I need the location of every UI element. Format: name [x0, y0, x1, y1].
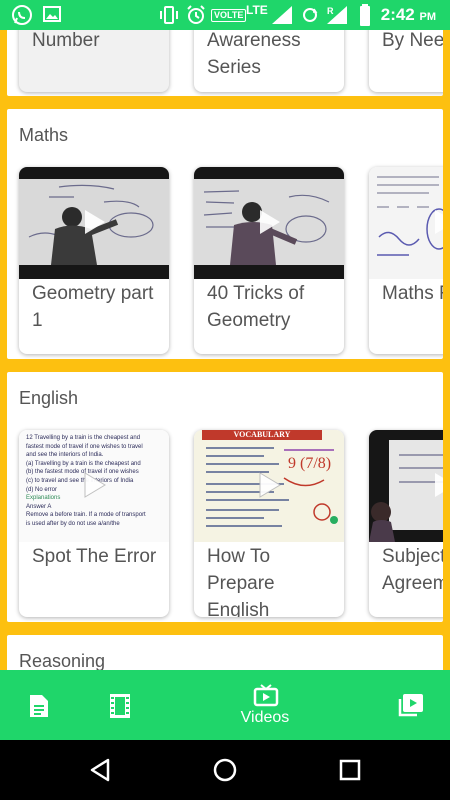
- video-card-missing-number[interactable]: Missing Number: [19, 30, 169, 92]
- video-list[interactable]: Missing Number General Awareness Series …: [0, 30, 450, 670]
- tv-play-icon: [253, 684, 279, 707]
- video-card-spot-the-error[interactable]: 12 Travelling by a train is the cheapest…: [19, 430, 169, 617]
- video-thumbnail: [194, 167, 344, 279]
- video-card-general-awareness[interactable]: General Awareness Series: [194, 30, 344, 92]
- signal-icon: [272, 6, 292, 24]
- video-thumbnail: [369, 430, 443, 542]
- card-title: How To Prepare English: [207, 546, 275, 617]
- video-card-english-lecture[interactable]: English Lecture By Nee: [369, 30, 443, 92]
- nav-tab-playlist[interactable]: [370, 670, 450, 740]
- battery-icon: [360, 4, 370, 26]
- video-card-how-to-prepare-english[interactable]: 9 (7/8) VOCABULARY How To Prepare Englis…: [194, 430, 344, 617]
- play-icon: [435, 473, 443, 497]
- card-title: Geometry part 1: [32, 283, 154, 331]
- video-card-maths-for-ssc[interactable]: Maths For SS: [369, 167, 443, 354]
- data-sync-icon: [303, 8, 318, 22]
- home-icon[interactable]: [212, 757, 238, 783]
- card-title: General Awareness Series: [207, 30, 301, 78]
- film-icon: [110, 694, 130, 718]
- video-card-40-tricks[interactable]: 40 Tricks of Geometry: [194, 167, 344, 354]
- back-icon[interactable]: [88, 757, 112, 783]
- section-title: English: [19, 388, 79, 408]
- clock: 2:42 PM: [380, 5, 436, 24]
- section-top: Missing Number General Awareness Series …: [7, 30, 443, 96]
- section-title: Maths: [19, 125, 69, 145]
- volte-badge: VOLTE: [211, 9, 247, 22]
- alarm-icon: [187, 5, 205, 24]
- video-thumbnail: 9 (7/8) VOCABULARY: [194, 430, 344, 542]
- card-title: Missing Number: [32, 30, 100, 51]
- recents-icon[interactable]: [339, 759, 361, 781]
- card-title: Subject Agreem: [382, 546, 443, 594]
- system-navigation-bar: [0, 740, 450, 800]
- card-title: English Lecture By Nee: [382, 30, 443, 51]
- play-icon: [435, 210, 443, 234]
- section-title: Reasoning: [19, 651, 106, 670]
- svg-text:9 (7/8): 9 (7/8): [288, 455, 331, 472]
- video-card-subject-agreement[interactable]: Subject Agreem: [369, 430, 443, 617]
- nav-label-videos: Videos: [240, 709, 290, 726]
- nav-tab-videos[interactable]: Videos: [225, 670, 305, 740]
- video-thumbnail: [19, 167, 169, 279]
- video-thumbnail: 12 Travelling by a train is the cheapest…: [19, 430, 169, 542]
- nav-tab-movies[interactable]: [80, 670, 160, 740]
- vibrate-icon: [160, 6, 178, 24]
- status-bar: VOLTE LTE R 2:42 PM: [0, 0, 450, 30]
- section-english: English 12 Travelling by a train is the …: [7, 372, 443, 622]
- video-library-icon: [398, 694, 423, 717]
- section-reasoning: Reasoning: [7, 635, 443, 670]
- card-title: 40 Tricks of Geometry: [207, 283, 305, 331]
- video-card-geometry-part-1[interactable]: Geometry part 1: [19, 167, 169, 354]
- nav-tab-documents[interactable]: [0, 670, 80, 740]
- lte-label: LTE: [246, 3, 268, 17]
- play-icon: [259, 472, 281, 498]
- play-icon: [84, 472, 106, 498]
- gallery-icon: [43, 6, 61, 22]
- card-title: Spot The Error: [32, 546, 157, 567]
- bottom-navigation: Videos: [0, 670, 450, 740]
- play-icon: [85, 210, 105, 234]
- whatsapp-icon: [12, 5, 32, 25]
- section-maths: Maths Geometry part 1 40 Tricks of Geome…: [7, 109, 443, 359]
- card-title: Maths For SS: [382, 283, 443, 304]
- play-icon: [260, 210, 280, 234]
- signal-2-icon: [327, 6, 347, 24]
- video-thumbnail: [369, 167, 443, 279]
- document-icon: [30, 695, 48, 717]
